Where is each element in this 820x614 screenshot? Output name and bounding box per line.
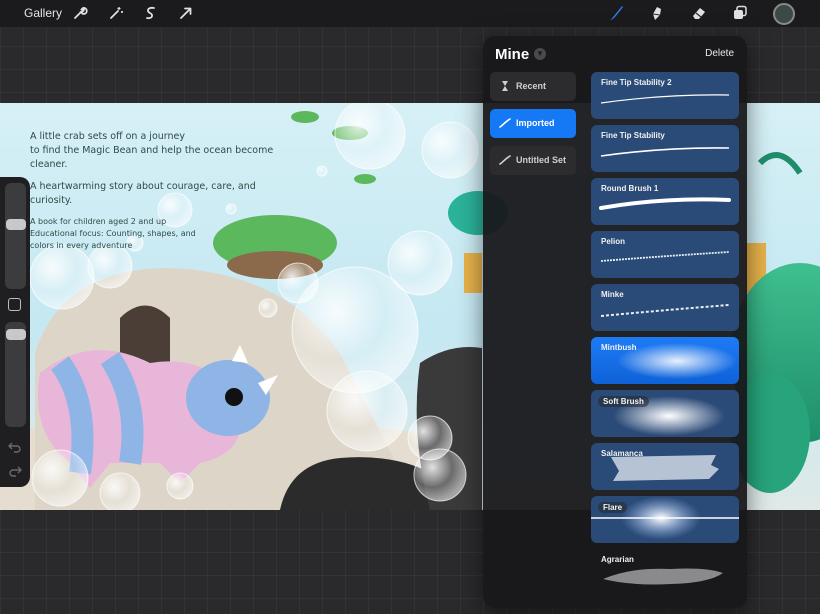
brush-item[interactable]: Soft Brush [591, 390, 739, 437]
brush-size-slider[interactable] [5, 183, 26, 289]
brush-item[interactable]: Fine Tip Stability [591, 125, 739, 172]
magic-wand-icon[interactable] [107, 4, 125, 22]
story-line: A little crab sets off on a journey [30, 131, 186, 142]
sidebar [0, 177, 30, 487]
smudge-icon[interactable] [648, 4, 666, 22]
brush-name: Mintbush [601, 343, 637, 352]
brush-item[interactable]: Minke [591, 284, 739, 331]
brush-stroke-icon [499, 117, 511, 129]
brush-set-recent[interactable]: Recent [490, 72, 576, 101]
delete-button[interactable]: Delete [705, 48, 734, 59]
hourglass-icon [499, 80, 511, 92]
story-line: A heartwarming story about courage, care… [30, 181, 256, 206]
selection-icon[interactable] [142, 4, 160, 22]
gallery-button[interactable]: Gallery [24, 6, 62, 20]
opacity-thumb[interactable] [5, 329, 26, 341]
brush-name: Minke [601, 290, 624, 299]
story-line: Educational focus: Counting, shapes, and [30, 229, 196, 238]
layers-icon[interactable] [731, 4, 749, 22]
brush-name: Fine Tip Stability [601, 131, 665, 140]
brush-name: Agrarian [601, 555, 634, 564]
brush-size-thumb[interactable] [5, 218, 26, 230]
brush-icon[interactable] [607, 4, 625, 22]
brush-name: Round Brush 1 [601, 184, 659, 193]
story-line: A book for children aged 2 and up [30, 217, 167, 226]
brush-set-label: Imported [516, 118, 555, 128]
undo-icon[interactable] [8, 441, 22, 453]
brush-name: Soft Brush [598, 396, 649, 407]
brush-library-panel: Mine ▼ Delete Recent Imported Untitled S… [483, 36, 747, 608]
brush-item[interactable]: Pelion [591, 231, 739, 278]
wrench-icon[interactable] [71, 4, 89, 22]
brush-set-untitled[interactable]: Untitled Set [490, 146, 576, 175]
brush-item[interactable]: Fine Tip Stability 2 [591, 72, 739, 119]
library-title: Mine [495, 46, 530, 63]
story-text: A little crab sets off on a journey to f… [30, 130, 300, 252]
brush-set-imported[interactable]: Imported [490, 109, 576, 138]
brush-set-label: Untitled Set [516, 155, 567, 165]
brush-name: Pelion [601, 237, 626, 246]
brush-name: Fine Tip Stability 2 [601, 78, 672, 87]
brush-item[interactable]: Salamanca [591, 443, 739, 490]
story-line: colors in every adventure [30, 241, 133, 250]
redo-icon[interactable] [8, 465, 22, 477]
brush-item[interactable]: Agrarian [591, 549, 739, 596]
brush-name: Salamanca [601, 449, 643, 458]
top-toolbar: Gallery [0, 0, 820, 27]
brush-stroke-icon [499, 154, 511, 166]
modify-square-icon[interactable] [8, 298, 21, 311]
eraser-icon[interactable] [690, 4, 708, 22]
brush-name: Flare [598, 502, 628, 513]
color-picker-button[interactable] [773, 3, 795, 25]
brush-item[interactable]: Round Brush 1 [591, 178, 739, 225]
brush-item[interactable]: Mintbush [591, 337, 739, 384]
chevron-down-icon[interactable]: ▼ [534, 48, 546, 60]
brush-item[interactable]: Flare [591, 496, 739, 543]
brush-set-label: Recent [516, 81, 547, 91]
transform-arrow-icon[interactable] [177, 4, 195, 22]
story-line: to find the Magic Bean and help the ocea… [30, 145, 274, 170]
opacity-slider[interactable] [5, 322, 26, 427]
